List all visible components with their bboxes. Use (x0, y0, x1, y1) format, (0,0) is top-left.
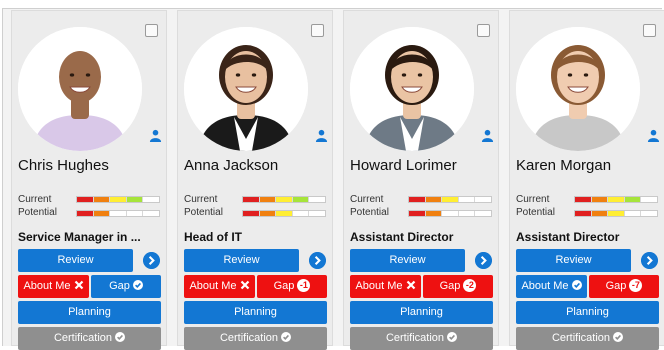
potential-rating-bar (242, 210, 326, 217)
certification-label: Certification (385, 332, 445, 344)
avatar (184, 27, 308, 151)
job-title: Assistant Director (516, 230, 620, 244)
current-rating-bar (408, 196, 492, 203)
potential-label: Potential (516, 207, 555, 218)
gap-count-badge: -7 (629, 279, 643, 292)
check-icon (447, 332, 458, 342)
current-rating-bar (242, 196, 326, 203)
gap-label: Gap (605, 280, 627, 292)
planning-button[interactable]: Planning (18, 301, 161, 324)
gap-button[interactable]: Gap -2 (423, 275, 493, 298)
current-label: Current (350, 194, 384, 205)
planning-button[interactable]: Planning (516, 301, 659, 324)
gap-label: Gap (109, 280, 130, 292)
review-button[interactable]: Review (350, 249, 465, 272)
about-me-button[interactable]: About Me (516, 275, 587, 298)
check-icon (613, 332, 624, 342)
user-icon[interactable] (315, 129, 328, 142)
certification-button[interactable]: Certification (184, 327, 327, 350)
select-checkbox[interactable] (311, 24, 324, 37)
certification-button[interactable]: Certification (516, 327, 659, 350)
check-icon (281, 332, 292, 342)
potential-label: Potential (350, 207, 389, 218)
chevron-right-icon[interactable] (309, 252, 326, 269)
employee-name: Chris Hughes (18, 157, 109, 174)
certification-label: Certification (219, 332, 279, 344)
x-icon (406, 280, 415, 290)
about-me-label: About Me (355, 280, 403, 292)
planning-button[interactable]: Planning (350, 301, 493, 324)
employee-card: Anna Jackson Current Potential Head of I… (177, 10, 333, 350)
employee-name: Karen Morgan (516, 157, 612, 174)
avatar (350, 27, 474, 151)
gap-label: Gap (439, 280, 461, 292)
potential-rating-bar (76, 210, 160, 217)
avatar (18, 27, 142, 151)
potential-rating-bar (408, 210, 492, 217)
chevron-right-icon[interactable] (475, 252, 492, 269)
current-rating-bar (76, 196, 160, 203)
x-icon (240, 280, 249, 290)
gap-button[interactable]: Gap -1 (257, 275, 327, 298)
check-icon (115, 332, 126, 342)
employee-card: Chris Hughes Current Potential Service M… (11, 10, 167, 350)
job-title: Service Manager in ... (18, 230, 141, 244)
current-label: Current (18, 194, 52, 205)
avatar (516, 27, 640, 151)
select-checkbox[interactable] (145, 24, 158, 37)
select-checkbox[interactable] (477, 24, 490, 37)
user-icon[interactable] (647, 129, 660, 142)
planning-button[interactable]: Planning (184, 301, 327, 324)
about-me-label: About Me (189, 280, 237, 292)
potential-rating-bar (574, 210, 658, 217)
user-icon[interactable] (481, 129, 494, 142)
employee-card: Karen Morgan Current Potential Assistant… (509, 10, 664, 350)
gap-label: Gap (273, 280, 295, 292)
x-icon (74, 280, 83, 290)
certification-label: Certification (551, 332, 611, 344)
chevron-right-icon[interactable] (143, 252, 160, 269)
about-me-button[interactable]: About Me (184, 275, 255, 298)
gap-button[interactable]: Gap (91, 275, 161, 298)
current-label: Current (184, 194, 218, 205)
certification-button[interactable]: Certification (350, 327, 493, 350)
gap-count-badge: -1 (297, 279, 311, 292)
about-me-button[interactable]: About Me (350, 275, 421, 298)
gap-count-badge: -2 (463, 279, 477, 292)
potential-label: Potential (184, 207, 223, 218)
check-icon (571, 280, 582, 290)
potential-label: Potential (18, 207, 57, 218)
employee-name: Howard Lorimer (350, 157, 457, 174)
job-title: Head of IT (184, 230, 243, 244)
review-button[interactable]: Review (184, 249, 299, 272)
select-checkbox[interactable] (643, 24, 656, 37)
about-me-label: About Me (521, 280, 569, 292)
user-icon[interactable] (149, 129, 162, 142)
gap-button[interactable]: Gap -7 (589, 275, 659, 298)
certification-label: Certification (53, 332, 113, 344)
certification-button[interactable]: Certification (18, 327, 161, 350)
current-rating-bar (574, 196, 658, 203)
job-title: Assistant Director (350, 230, 454, 244)
chevron-right-icon[interactable] (641, 252, 658, 269)
about-me-label: About Me (23, 280, 71, 292)
employee-name: Anna Jackson (184, 157, 279, 174)
employee-card: Howard Lorimer Current Potential Assista… (343, 10, 499, 350)
about-me-button[interactable]: About Me (18, 275, 89, 298)
review-button[interactable]: Review (18, 249, 133, 272)
review-button[interactable]: Review (516, 249, 631, 272)
current-label: Current (516, 194, 550, 205)
check-icon (132, 280, 143, 290)
